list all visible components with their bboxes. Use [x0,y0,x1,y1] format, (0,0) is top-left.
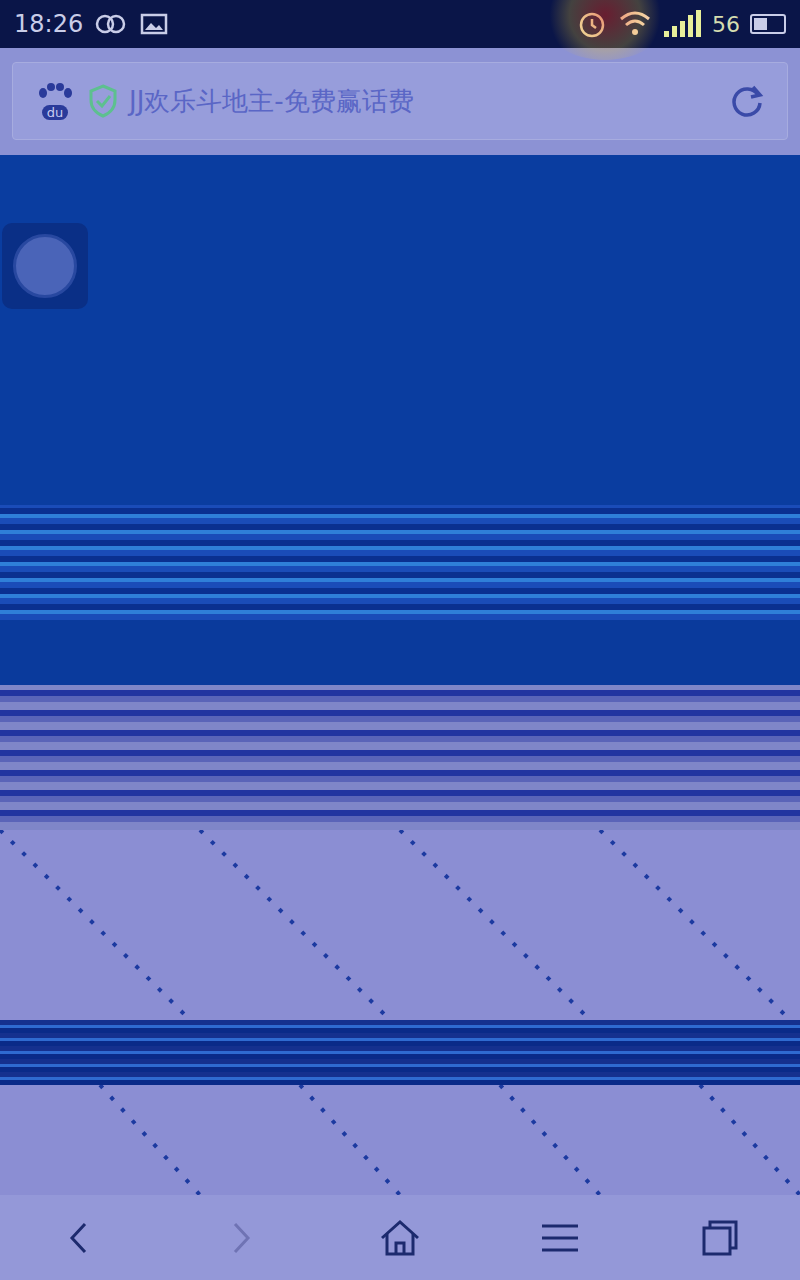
alarm-icon [576,8,608,40]
glitch-band [0,685,800,830]
battery-icon [750,14,786,34]
glitch-band [0,505,800,620]
page-title: JJ欢乐斗地主-免费赢话费 [129,84,717,119]
floating-button[interactable] [2,223,88,309]
status-bar: 18:26 56 [0,0,800,48]
back-icon [58,1216,102,1260]
diagonal-pattern [0,1085,800,1195]
tabs-button[interactable] [678,1208,762,1268]
diagonal-pattern [0,830,800,1020]
status-time: 18:26 [14,10,83,38]
wifi-icon [618,9,652,39]
menu-button[interactable] [518,1208,602,1268]
forward-button[interactable] [198,1208,282,1268]
tabs-icon [698,1216,742,1260]
sync-icon [93,12,129,36]
home-icon [378,1216,422,1260]
baidu-logo-icon: du [33,83,77,120]
glitch-band [0,1020,800,1085]
web-content [0,155,800,1195]
address-bar[interactable]: du JJ欢乐斗地主-免费赢话费 [12,62,788,140]
signal-icon [662,9,702,39]
back-button[interactable] [38,1208,122,1268]
network-label: 56 [712,12,740,37]
shield-icon [87,83,119,119]
image-icon [139,12,169,36]
menu-icon [538,1216,582,1260]
bottom-nav [0,1195,800,1280]
refresh-icon[interactable] [727,81,767,121]
forward-icon [218,1216,262,1260]
home-button[interactable] [358,1208,442,1268]
browser-screen: 18:26 56 du JJ欢乐斗地主-免费赢话费 [0,0,800,1280]
